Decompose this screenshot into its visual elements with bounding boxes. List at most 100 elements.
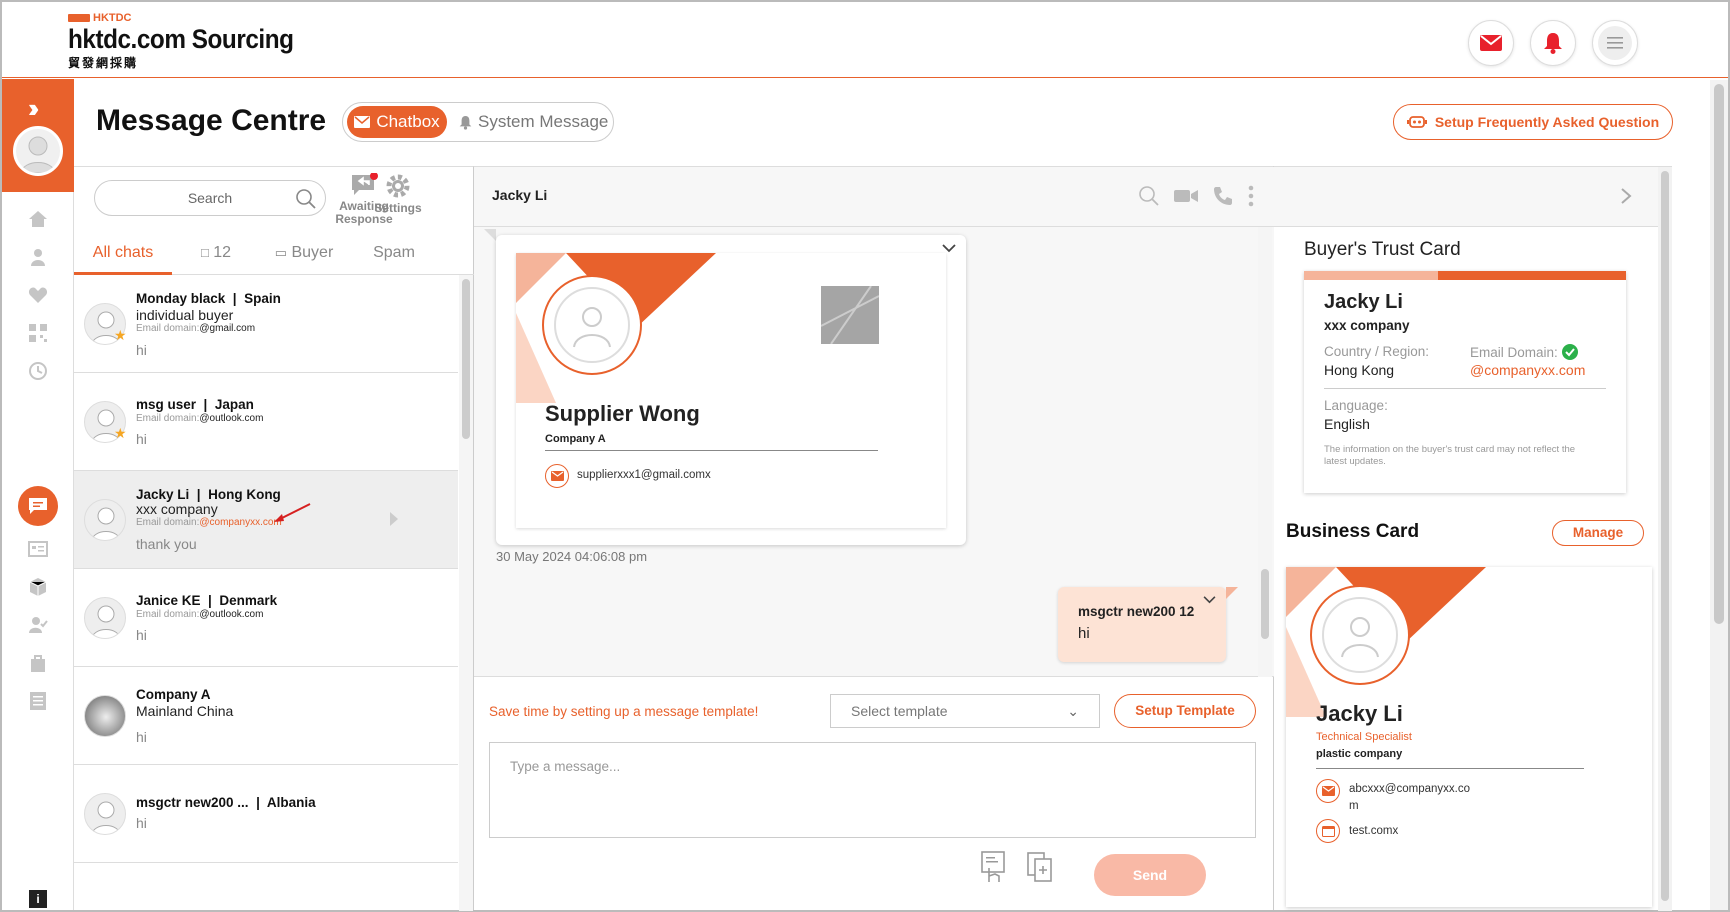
envelope-icon <box>354 116 371 128</box>
info-icon[interactable]: i <box>29 890 47 908</box>
buyer-trust-card: Jacky Li xxx company Country / Region: H… <box>1304 271 1626 493</box>
trust-card-title: Buyer's Trust Card <box>1304 239 1461 260</box>
left-navigation: ›› i <box>2 79 74 910</box>
chat-bubble-icon <box>29 498 47 514</box>
page-scrollbar[interactable] <box>1710 80 1728 910</box>
template-hint: Save time by setting up a message templa… <box>489 704 759 719</box>
expand-chevron-icon[interactable]: ›› <box>28 93 40 124</box>
hktdc-logo[interactable]: HKTDC hktdc.com Sourcing 貿發網採購 <box>68 12 319 71</box>
user-avatar[interactable] <box>13 126 63 176</box>
search-icon[interactable] <box>295 188 317 210</box>
user-check-icon[interactable] <box>28 615 48 635</box>
search-icon[interactable] <box>1138 185 1160 207</box>
search-input[interactable]: Search <box>94 180 326 216</box>
email-icon <box>545 464 569 488</box>
chat-filter-tabs: All chats □ 12 ▭ Buyer Spam <box>74 235 474 275</box>
contact-avatar <box>84 499 126 541</box>
incoming-tail-icon <box>484 229 496 241</box>
template-select[interactable]: Select template ⌄ <box>830 694 1100 728</box>
business-card-attach-icon[interactable] <box>979 850 1007 886</box>
tab-chatbox[interactable]: Chatbox <box>347 106 447 138</box>
conversation-panel: Jacky Li Supplier Wong Company A supplie… <box>474 166 1274 910</box>
tab-buyer[interactable]: ▭ Buyer <box>264 235 344 275</box>
company-logo-avatar <box>84 695 126 737</box>
setup-template-button[interactable]: Setup Template <box>1114 694 1256 728</box>
unread-envelope-icon: □ <box>200 245 209 260</box>
chat-list-item[interactable]: Company A Mainland China hi <box>74 667 458 765</box>
verified-check-icon <box>1561 344 1578 360</box>
bell-icon <box>459 115 472 130</box>
mail-button[interactable] <box>1468 20 1514 66</box>
mail-icon <box>1480 35 1502 51</box>
tab-system-message[interactable]: System Message <box>459 106 608 138</box>
contact-avatar <box>84 597 126 639</box>
chat-list-item-selected[interactable]: Jacky Li | Hong Kong xxx company Email d… <box>74 471 458 569</box>
conversation-header: Jacky Li <box>474 167 1274 227</box>
home-icon[interactable] <box>28 209 48 229</box>
phone-icon[interactable] <box>1212 185 1234 207</box>
bell-icon <box>1544 33 1562 54</box>
buyer-card-icon: ▭ <box>274 245 288 260</box>
qr-code-icon[interactable] <box>28 323 48 343</box>
tab-unread[interactable]: □ 12 <box>186 235 246 275</box>
chat-list-item[interactable]: ★ Monday black | Spain individual buyer … <box>74 275 458 373</box>
chat-list-scrollbar[interactable] <box>459 275 473 911</box>
message-centre-nav[interactable] <box>18 486 58 526</box>
business-card-title: Business Card <box>1286 521 1420 542</box>
contact-avatar <box>84 793 126 835</box>
page-title: Message Centre <box>96 104 327 137</box>
chevron-down-icon: ⌄ <box>1067 703 1079 719</box>
business-card-avatar <box>1310 585 1410 685</box>
menu-button[interactable] <box>1592 20 1638 66</box>
business-card-message[interactable]: Supplier Wong Company A supplierxxx1@gma… <box>496 235 966 545</box>
hktdc-flag-icon <box>68 14 90 22</box>
gear-icon <box>386 174 410 198</box>
notification-button[interactable] <box>1530 20 1576 66</box>
tab-all-chats[interactable]: All chats <box>74 235 172 275</box>
buyer-info-panel: Buyer's Trust Card Jacky Li xxx company … <box>1274 166 1672 911</box>
person-icon[interactable] <box>28 247 48 267</box>
chevron-down-icon[interactable] <box>942 243 956 253</box>
pin-star-icon: ★ <box>114 327 127 343</box>
message-timestamp: 30 May 2024 04:06:08 pm <box>496 549 648 564</box>
chevron-right-icon <box>390 512 398 526</box>
listing-icon[interactable] <box>28 539 48 559</box>
more-vertical-icon[interactable] <box>1248 185 1254 207</box>
top-header: HKTDC hktdc.com Sourcing 貿發網採購 <box>2 2 1728 78</box>
heart-icon[interactable] <box>28 285 48 305</box>
robot-icon <box>1406 116 1427 128</box>
info-panel-scrollbar[interactable] <box>1658 167 1672 911</box>
chat-list-item[interactable]: msgctr new200 ... | Albania hi <box>74 765 458 863</box>
annotation-arrow-icon <box>274 503 311 522</box>
send-button[interactable]: Send <box>1094 854 1206 896</box>
message-thread: Supplier Wong Company A supplierxxx1@gma… <box>474 227 1274 677</box>
chat-list-item[interactable]: Janice KE | Denmark Email domain:@outloo… <box>74 569 458 667</box>
chevron-down-icon[interactable] <box>1203 595 1216 604</box>
supplier-business-card: Supplier Wong Company A supplierxxx1@gma… <box>516 253 946 528</box>
checklist-icon[interactable] <box>28 691 48 711</box>
pin-star-icon: ★ <box>114 425 127 441</box>
message-type-toggle: Chatbox System Message <box>342 102 614 142</box>
settings-button[interactable]: Settings <box>374 173 422 215</box>
copy-file-icon[interactable] <box>1026 851 1054 883</box>
video-call-icon[interactable] <box>1174 188 1198 204</box>
menu-icon <box>1607 37 1623 49</box>
cube-icon[interactable] <box>28 577 48 597</box>
outgoing-message-bubble[interactable]: msgctr new200 12 hi <box>1058 587 1238 662</box>
bag-icon[interactable] <box>28 653 48 673</box>
message-input[interactable]: Type a message... <box>489 742 1256 838</box>
supplier-avatar <box>542 275 642 375</box>
chat-list: ★ Monday black | Spain individual buyer … <box>74 275 458 911</box>
thread-scrollbar[interactable] <box>1258 227 1272 677</box>
history-icon[interactable] <box>28 361 48 381</box>
chat-list-item[interactable]: ★ msg user | Japan Email domain:@outlook… <box>74 373 458 471</box>
tab-spam[interactable]: Spam <box>364 235 424 275</box>
website-icon <box>1316 819 1340 843</box>
outgoing-tail-icon <box>1226 587 1238 599</box>
setup-faq-button[interactable]: Setup Frequently Asked Question <box>1393 104 1673 140</box>
chevron-right-icon[interactable] <box>1620 187 1632 205</box>
conversation-contact-name: Jacky Li <box>492 187 548 203</box>
my-business-card: Jacky Li Technical Specialist plastic co… <box>1286 567 1652 907</box>
manage-button[interactable]: Manage <box>1552 520 1644 546</box>
email-icon <box>1316 779 1340 803</box>
